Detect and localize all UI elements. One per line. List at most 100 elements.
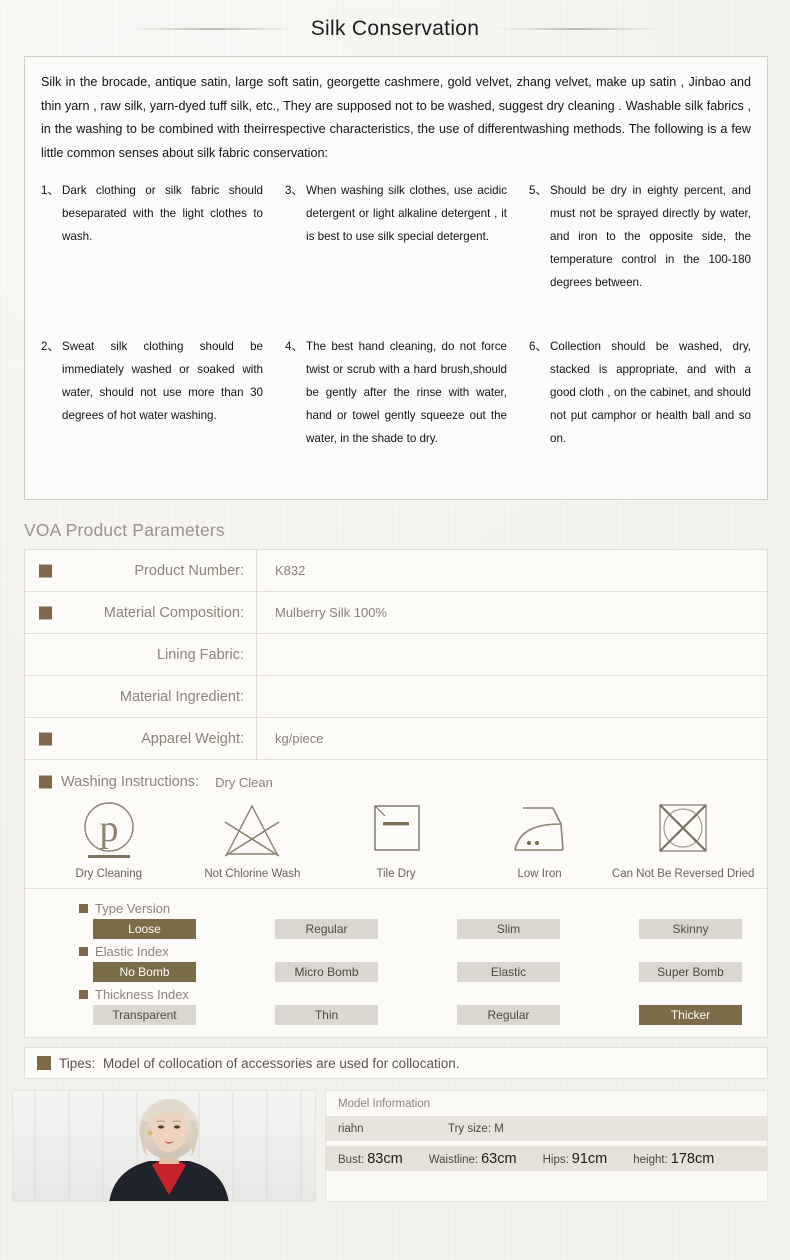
tag-slim[interactable]: Slim [457,919,560,939]
param-label-cell: Material Composition: [25,592,257,633]
param-label: Product Number: [134,562,244,579]
tipes-text: Model of collocation of accessories are … [103,1055,460,1071]
page-title-bar: Silk Conservation [0,0,790,52]
param-label: Lining Fabric: [156,646,244,663]
washing-icon-row: p Dry Cleaning Not Chlorine Wash Tile Dr… [25,795,767,882]
conservation-note: 2、 Sweat silk clothing should be immedia… [41,335,263,450]
note-text: Collection should be washed, dry, stacke… [550,340,751,445]
metric-height: height: 178cm [633,1151,714,1167]
product-parameters-table: Product Number: K832 Material Compositio… [24,549,768,760]
param-label: Material Ingredient: [119,688,244,705]
metric-key: height: [633,1153,668,1166]
title-rule-right [493,28,664,30]
tag-row-type-version: Loose Regular Slim Skinny [25,919,767,939]
bullet-square-icon [37,1056,51,1070]
bullet-square-icon [39,732,52,745]
tag-transparent[interactable]: Transparent [93,1005,196,1025]
metric-value: 91cm [571,1150,608,1167]
param-label-cell: Material Ingredient: [25,676,257,717]
index-label-row: Elastic Index [25,941,767,961]
title-rule-left [126,28,297,30]
index-tags-panel: Type Version Loose Regular Slim Skinny E… [24,889,768,1038]
tag-regular-thickness[interactable]: Regular [457,1005,560,1025]
param-value: Mulberry Silk 100% [275,605,387,620]
washing-symbol-label: Not Chlorine Wash [204,868,301,880]
conservation-note: 3、 When washing silk clothes, use acidic… [285,179,507,321]
bullet-square-icon [39,606,52,619]
note-text: When washing silk clothes, use acidic de… [306,184,507,243]
tipes-label: Tipes: [59,1055,96,1071]
tile-dry-icon [361,799,431,863]
tag-thicker[interactable]: Thicker [639,1005,742,1025]
conservation-intro: Silk in the brocade, antique satin, larg… [41,75,751,160]
tag-regular[interactable]: Regular [275,919,378,939]
washing-symbol-label: Tile Dry [376,868,416,880]
param-label-cell: Apparel Weight: [25,718,257,759]
model-metrics-row: Bust: 83cm Waistline: 63cm Hips: 91cm he… [326,1146,767,1171]
tag-super-bomb[interactable]: Super Bomb [639,962,742,982]
param-label-cell: Lining Fabric: [25,634,257,675]
bullet-square-icon [39,564,52,577]
washing-symbol-no-tumble-dry: Can Not Be Reversed Dried [611,799,755,882]
tag-row-elastic-index: No Bomb Micro Bomb Elastic Super Bomb [25,962,767,982]
note-number: 1、 [41,184,60,197]
note-number: 5、 [529,184,548,197]
note-number: 2、 [41,340,60,353]
metric-value: 83cm [367,1150,403,1167]
conservation-note: 4、 The best hand cleaning, do not force … [285,335,507,450]
note-text: Sweat silk clothing should be immediatel… [62,340,263,422]
tag-elastic[interactable]: Elastic [457,962,560,982]
metric-key: Waistline: [428,1153,479,1166]
param-value: K832 [275,563,306,578]
washing-instructions-header: Washing Instructions: Dry Clean [25,769,767,795]
model-information-title: Model Information [338,1098,431,1110]
bullet-square-icon [79,989,88,999]
index-label: Thickness Index [95,986,189,1002]
model-section: Model Information riahn Try size: M Bust… [12,1090,768,1202]
index-group-elastic-index: Elastic Index No Bomb Micro Bomb Elastic… [25,941,767,982]
washing-instructions-panel: Washing Instructions: Dry Clean p Dry Cl… [24,760,768,889]
svg-text:p: p [99,808,118,850]
conservation-note: 5、 Should be dry in eighty percent, and … [529,179,751,321]
metric-key: Bust: [338,1153,365,1166]
tag-thin[interactable]: Thin [275,1005,378,1025]
washing-value: Dry Clean [215,774,273,790]
model-name-row: riahn Try size: M [326,1116,767,1141]
low-iron-icon [503,799,577,863]
washing-symbol-low-iron: Low Iron [468,799,612,882]
tag-loose[interactable]: Loose [93,919,196,939]
note-number: 6、 [529,340,548,353]
model-name: riahn [338,1122,364,1135]
model-metrics: Bust: 83cm Waistline: 63cm Hips: 91cm he… [338,1151,740,1167]
metric-value: 63cm [481,1150,517,1167]
table-row: Product Number: K832 [25,550,767,592]
washing-symbol-label: Low Iron [517,868,562,880]
index-label-row: Thickness Index [25,984,767,1004]
dry-cleaning-icon: p [74,799,144,863]
conservation-note: 1、 Dark clothing or silk fabric should b… [41,179,263,321]
note-number: 4、 [285,340,304,353]
bullet-square-icon [79,946,88,956]
washing-symbol-not-chlorine: Not Chlorine Wash [181,799,325,882]
washing-symbol-tile-dry: Tile Dry [324,799,468,882]
page-title: Silk Conservation [310,17,480,40]
tag-skinny[interactable]: Skinny [639,919,742,939]
note-text: Dark clothing or silk fabric should bese… [62,184,263,243]
washing-label: Washing Instructions: [61,774,200,790]
index-label: Elastic Index [95,943,169,959]
conservation-notes-grid: 1、 Dark clothing or silk fabric should b… [41,179,751,464]
metric-hips: Hips: 91cm [543,1151,608,1167]
not-chlorine-wash-icon [217,799,287,863]
tipes-bar: Tipes: Model of collocation of accessori… [24,1047,768,1079]
metric-key: Hips: [542,1153,569,1166]
tipes-content: Tipes: Model of collocation of accessori… [59,1056,459,1071]
metric-bust: Bust: 83cm [338,1151,403,1167]
tag-micro-bomb[interactable]: Micro Bomb [275,962,378,982]
param-value: kg/piece [275,731,324,746]
parameters-heading: VOA Product Parameters [24,520,225,540]
param-label: Material Composition: [103,604,244,621]
model-photo [12,1090,316,1202]
tag-row-thickness-index: Transparent Thin Regular Thicker [25,1005,767,1025]
table-row: Material Ingredient: [25,676,767,718]
tag-no-bomb[interactable]: No Bomb [93,962,196,982]
